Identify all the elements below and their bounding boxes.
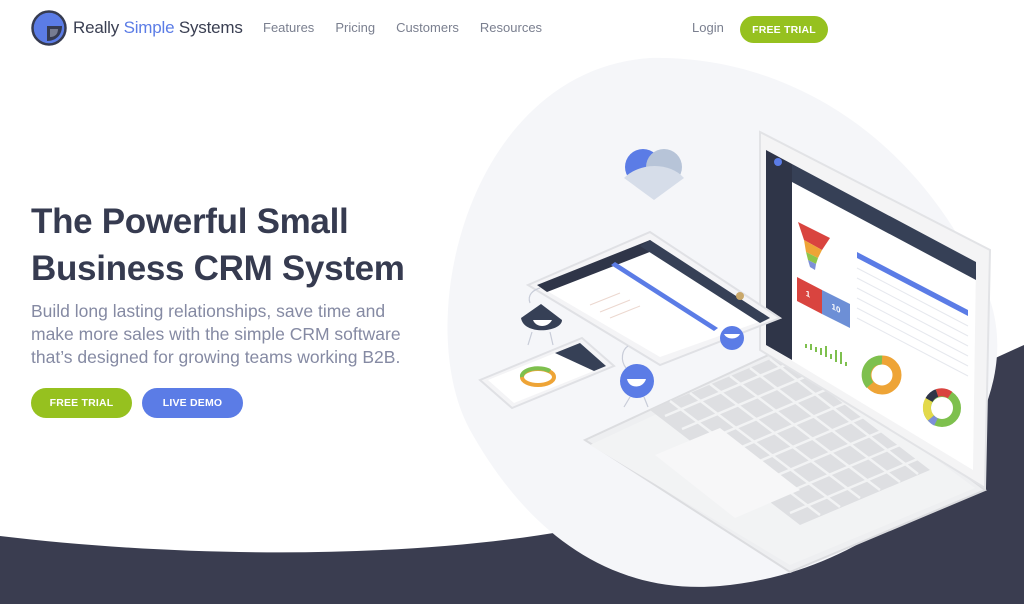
login-link[interactable]: Login [692,20,724,35]
hero-title-line-2: Business CRM System [31,249,405,288]
hero-free-trial-button[interactable]: FREE TRIAL [31,388,132,418]
hero-section: The Powerful Small Business CRM System B… [31,198,451,418]
phone-device [478,336,616,410]
hero-live-demo-button[interactable]: LIVE DEMO [142,388,243,418]
logo-icon [31,10,67,46]
nav-resources[interactable]: Resources [480,20,542,35]
nav-customers[interactable]: Customers [396,20,459,35]
nav-features[interactable]: Features [263,20,314,35]
character-blue-back [720,326,744,350]
logo[interactable]: Really Simple Systems [31,10,243,46]
main-nav: Features Pricing Customers Resources [263,20,563,35]
hero-title: The Powerful Small Business CRM System [31,198,451,292]
hero-subtitle: Build long lasting relationships, save t… [31,301,401,367]
site-header: Really Simple Systems Features Pricing C… [0,0,1024,58]
logo-text: Really Simple Systems [73,18,243,37]
heart-icon [624,149,684,200]
screen-sidebar [766,150,792,360]
nav-pricing[interactable]: Pricing [335,20,375,35]
crm-devices-illustration: 1 10 [478,130,992,574]
hero-cta-group: FREE TRIAL LIVE DEMO [31,388,451,418]
hero-title-line-1: The Powerful Small [31,202,349,241]
header-free-trial-button[interactable]: FREE TRIAL [740,16,828,43]
